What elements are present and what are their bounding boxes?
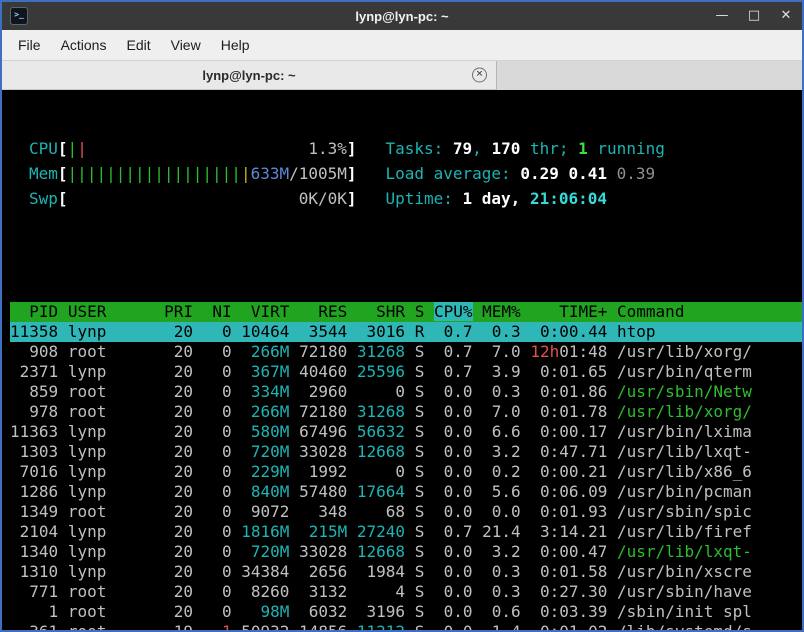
htop-header-meters: CPU[|| 1.3%] Tasks: 79, 170 thr; 1 runni… [10,136,802,211]
process-table-header: PID USER PRI NI VIRT RES SHR S CPU% MEM%… [10,302,802,322]
process-row-859[interactable]: 859 root 20 0 334M 2960 0 S 0.0 0.3 0:01… [10,382,802,402]
column-header-mem[interactable]: MEM% [482,302,521,321]
process-row-2371[interactable]: 2371 lynp 20 0 367M 40460 25596 S 0.7 3.… [10,362,802,382]
terminal-window: >_ lynp@lyn-pc: ~ — □ ✕ FileActionsEditV… [0,0,804,632]
menu-item-actions[interactable]: Actions [51,33,117,57]
window-controls: — □ ✕ [714,3,794,29]
column-header-time[interactable]: TIME+ [530,302,607,321]
title-bar[interactable]: >_ lynp@lyn-pc: ~ — □ ✕ [2,2,802,30]
tab-close-icon[interactable]: ✕ [472,68,487,83]
process-row-11363[interactable]: 11363 lynp 20 0 580M 67496 56632 S 0.0 6… [10,422,802,442]
column-header-cpu[interactable]: CPU% [434,302,473,321]
process-row-1340[interactable]: 1340 lynp 20 0 720M 33028 12668 S 0.0 3.… [10,542,802,562]
column-header-command[interactable]: Command [617,302,684,321]
process-row-1310[interactable]: 1310 lynp 20 0 34384 2656 1984 S 0.0 0.3… [10,562,802,582]
terminal-app-icon: >_ [10,7,28,25]
column-header-virt[interactable]: VIRT [241,302,289,321]
process-table: PID USER PRI NI VIRT RES SHR S CPU% MEM%… [10,302,802,630]
terminal-tab[interactable]: lynp@lyn-pc: ~ ✕ [2,61,497,90]
process-row-908[interactable]: 908 root 20 0 266M 72180 31268 S 0.7 7.0… [10,342,802,362]
maximize-button[interactable]: □ [746,3,762,29]
process-row-1[interactable]: 1 root 20 0 98M 6032 3196 S 0.0 0.6 0:03… [10,602,802,622]
tab-title: lynp@lyn-pc: ~ [202,68,295,83]
process-row-1349[interactable]: 1349 root 20 0 9072 348 68 S 0.0 0.0 0:0… [10,502,802,522]
tab-bar: lynp@lyn-pc: ~ ✕ [2,61,802,90]
close-button[interactable]: ✕ [778,3,794,29]
process-row-2104[interactable]: 2104 lynp 20 0 1816M 215M 27240 S 0.7 21… [10,522,802,542]
minimize-button[interactable]: — [714,3,730,29]
mem-meter-line: Mem[|||||||||||||||||||633M/1005M] Load … [29,161,802,186]
cpu-meter-line: CPU[|| 1.3%] Tasks: 79, 170 thr; 1 runni… [29,136,802,161]
window-title: lynp@lyn-pc: ~ [2,9,802,24]
menu-item-view[interactable]: View [161,33,211,57]
menu-bar: FileActionsEditViewHelp [2,30,802,61]
process-row-1286[interactable]: 1286 lynp 20 0 840M 57480 17664 S 0.0 5.… [10,482,802,502]
process-row-978[interactable]: 978 root 20 0 266M 72180 31268 S 0.0 7.0… [10,402,802,422]
column-header-pri[interactable]: PRI [164,302,193,321]
menu-item-file[interactable]: File [8,33,51,57]
process-row-11358[interactable]: 11358 lynp 20 0 10464 3544 3016 R 0.7 0.… [10,322,802,342]
menu-item-help[interactable]: Help [211,33,260,57]
terminal-screen[interactable]: CPU[|| 1.3%] Tasks: 79, 170 thr; 1 runni… [2,90,802,630]
column-header-shr[interactable]: SHR [357,302,405,321]
column-header-pid[interactable]: PID [10,302,58,321]
menu-item-edit[interactable]: Edit [116,33,160,57]
process-row-7016[interactable]: 7016 lynp 20 0 229M 1992 0 S 0.0 0.2 0:0… [10,462,802,482]
column-header-res[interactable]: RES [299,302,347,321]
column-header-user[interactable]: USER [68,302,155,321]
header-spacer [10,251,802,262]
column-header-s[interactable]: S [415,302,425,321]
swp-meter-line: Swp[ 0K/0K] Uptime: 1 day, 21:06:04 [29,186,802,211]
process-row-771[interactable]: 771 root 20 0 8260 3132 4 S 0.0 0.3 0:27… [10,582,802,602]
column-header-ni[interactable]: NI [203,302,232,321]
process-row-1303[interactable]: 1303 lynp 20 0 720M 33028 12668 S 0.0 3.… [10,442,802,462]
process-row-361[interactable]: 361 root 19 -1 50932 14856 11212 S 0.0 1… [10,622,802,630]
